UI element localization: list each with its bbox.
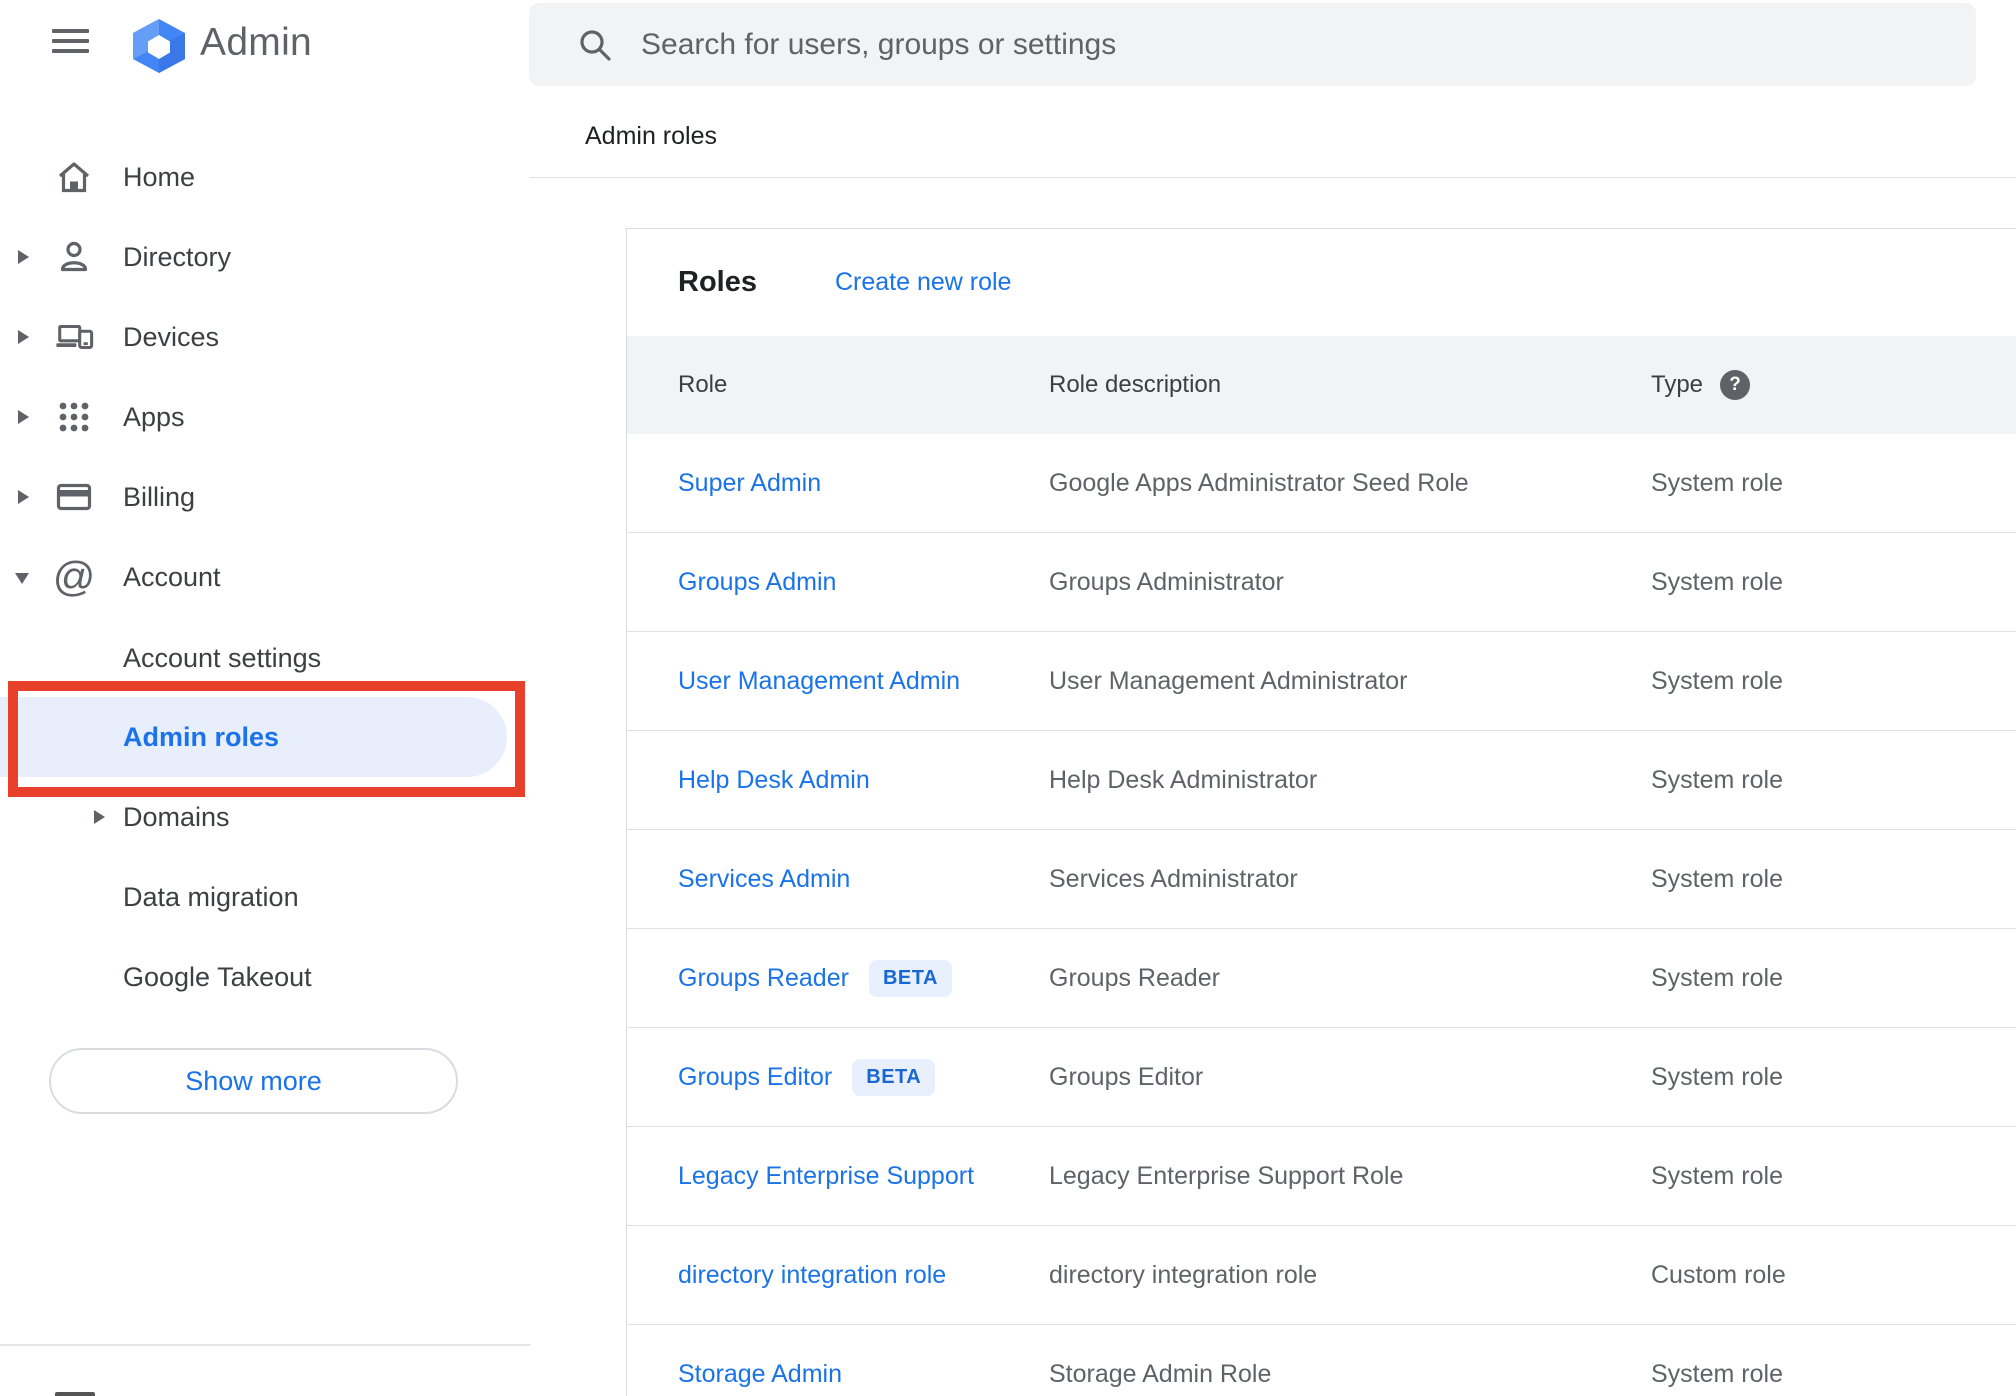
search-input[interactable] (639, 26, 1946, 63)
sidebar-item-account-settings[interactable]: Account settings (0, 618, 530, 698)
sidebar-item-home[interactable]: Home (0, 137, 530, 217)
sidebar-item-domains[interactable]: Domains (0, 777, 530, 857)
column-header-role: Role (678, 371, 728, 398)
sidebar-item-devices[interactable]: Devices (0, 297, 530, 377)
sidebar-item-label: Devices (123, 321, 220, 352)
role-description: Groups Reader (1049, 963, 1220, 992)
role-type: System role (1651, 765, 1783, 794)
role-link[interactable]: User Management Admin (678, 667, 960, 696)
sidebar-item-apps[interactable]: Apps (0, 377, 530, 457)
table-row: Super Admin Google Apps Administrator Se… (627, 434, 2016, 533)
chevron-right-icon (18, 410, 29, 424)
table-row: Groups Admin Groups Administrator System… (627, 533, 2016, 632)
roles-card: Roles Create new role Role Role descript… (626, 228, 2016, 1396)
admin-logo-icon (127, 17, 191, 80)
partial-bottom-icon (55, 1392, 95, 1396)
card-header: Roles Create new role (627, 229, 2016, 336)
at-sign-icon: @ (52, 553, 96, 600)
role-type: System role (1651, 567, 1783, 596)
devices-icon (54, 317, 94, 357)
role-link[interactable]: Help Desk Admin (678, 766, 870, 795)
search-bar[interactable] (529, 3, 1976, 86)
role-link[interactable]: Legacy Enterprise Support (678, 1162, 974, 1191)
chevron-right-icon (94, 810, 105, 824)
role-description: Help Desk Administrator (1049, 765, 1318, 794)
table-row: Services Admin Services Administrator Sy… (627, 830, 2016, 929)
chevron-right-icon (18, 330, 29, 344)
role-type: System role (1651, 963, 1783, 992)
table-row: User Management Admin User Management Ad… (627, 632, 2016, 731)
role-link[interactable]: Groups Reader (678, 964, 849, 993)
sidebar-item-label: Google Takeout (123, 961, 312, 992)
credit-card-icon (54, 477, 94, 517)
table-row: Legacy Enterprise Support Legacy Enterpr… (627, 1127, 2016, 1226)
table-row: Storage Admin Storage Admin Role System … (627, 1325, 2016, 1396)
sidebar-item-data-migration[interactable]: Data migration (0, 857, 530, 937)
table-row: Help Desk Admin Help Desk Administrator … (627, 731, 2016, 830)
apps-grid-icon (54, 397, 94, 437)
menu-icon[interactable] (52, 29, 89, 53)
role-type: System role (1651, 1359, 1783, 1388)
beta-badge: BETA (852, 1058, 936, 1096)
chevron-right-icon (18, 250, 29, 264)
role-link[interactable]: Storage Admin (678, 1360, 842, 1389)
create-new-role-link[interactable]: Create new role (835, 268, 1011, 297)
sidebar-item-label: Directory (123, 241, 232, 272)
sidebar-item-google-takeout[interactable]: Google Takeout (0, 937, 530, 1017)
beta-badge: BETA (868, 959, 952, 997)
role-description: Legacy Enterprise Support Role (1049, 1161, 1404, 1190)
role-link[interactable]: directory integration role (678, 1261, 946, 1290)
search-icon (577, 27, 613, 63)
role-link[interactable]: Super Admin (678, 469, 821, 498)
sidebar-item-label: Account (123, 561, 221, 592)
role-description: Google Apps Administrator Seed Role (1049, 468, 1469, 497)
show-more-button[interactable]: Show more (49, 1048, 458, 1114)
role-type: System role (1651, 864, 1783, 893)
role-type: System role (1651, 1062, 1783, 1091)
sidebar-item-account[interactable]: @ Account (0, 537, 530, 617)
person-icon (54, 237, 94, 277)
home-icon (54, 157, 94, 197)
card-title: Roles (678, 266, 757, 298)
table-header-row: Role Role description Type ? (627, 336, 2016, 434)
header-divider (530, 177, 2016, 178)
column-header-type: Type (1651, 371, 1704, 398)
role-link[interactable]: Services Admin (678, 865, 850, 894)
sidebar-bottom-divider (0, 1344, 530, 1346)
role-link[interactable]: Groups Admin (678, 568, 836, 597)
sidebar-item-label: Domains (123, 801, 230, 832)
table-row: Groups Reader BETA Groups Reader System … (627, 929, 2016, 1028)
role-description: directory integration role (1049, 1260, 1318, 1289)
column-header-description: Role description (1049, 371, 1222, 398)
sidebar-item-label: Apps (123, 401, 185, 432)
role-type: Custom role (1651, 1260, 1786, 1289)
help-icon[interactable]: ? (1720, 370, 1751, 400)
breadcrumb: Admin roles (585, 122, 717, 150)
table-row: directory integration role directory int… (627, 1226, 2016, 1325)
table-row: Groups Editor BETA Groups Editor System … (627, 1028, 2016, 1127)
role-description: Services Administrator (1049, 864, 1298, 893)
sidebar-item-admin-roles[interactable]: Admin roles (0, 697, 530, 777)
sidebar-item-label: Data migration (123, 881, 299, 912)
role-description: Groups Editor (1049, 1062, 1204, 1091)
sidebar-item-label: Admin roles (123, 721, 280, 752)
role-description: User Management Administrator (1049, 666, 1408, 695)
sidebar-item-label: Home (123, 161, 196, 192)
chevron-right-icon (18, 490, 29, 504)
role-type: System role (1651, 468, 1783, 497)
chevron-down-icon (15, 573, 29, 584)
sidebar-item-label: Billing (123, 481, 196, 512)
sidebar-item-label: Account settings (123, 642, 322, 673)
sidebar-item-billing[interactable]: Billing (0, 457, 530, 537)
role-link[interactable]: Groups Editor (678, 1063, 832, 1092)
role-description: Storage Admin Role (1049, 1359, 1272, 1388)
role-type: System role (1651, 1161, 1783, 1190)
role-type: System role (1651, 666, 1783, 695)
sidebar-item-directory[interactable]: Directory (0, 217, 530, 297)
role-description: Groups Administrator (1049, 567, 1284, 596)
app-title: Admin (200, 21, 313, 64)
